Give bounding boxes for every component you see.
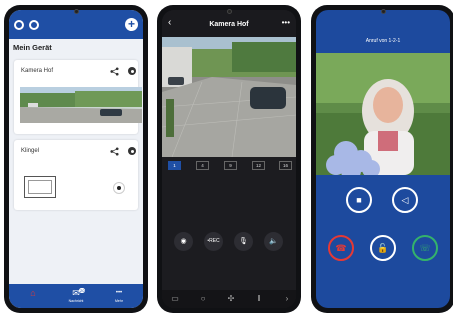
unlock-door-button[interactable]: 🔓 bbox=[370, 235, 396, 261]
device-card-title: Klingel bbox=[21, 148, 40, 154]
live-view-header: ‹ Kamera Hof ••• bbox=[162, 10, 296, 37]
camera-notch bbox=[73, 9, 79, 14]
record-icon[interactable]: •REC bbox=[204, 232, 223, 251]
stop-icon: ■ bbox=[356, 195, 362, 205]
doorbell-video bbox=[316, 53, 450, 175]
camera-thumbnail[interactable] bbox=[20, 87, 142, 123]
back-icon[interactable]: ‹ bbox=[168, 18, 171, 28]
gear-icon[interactable] bbox=[128, 67, 136, 75]
doorbell-panel-icon bbox=[24, 176, 56, 198]
phone-device-list: + Mein Gerät Kamera Hof Klingel ⌂ ✉ 20 N… bbox=[4, 5, 148, 313]
speaker-icon[interactable]: 🔈 bbox=[264, 232, 283, 251]
grid-tab-bar: 1 4 9 12 16 bbox=[166, 161, 292, 171]
hangup-button[interactable]: ☎ bbox=[328, 235, 354, 261]
more-icon[interactable]: ••• bbox=[282, 18, 290, 27]
microphone-icon[interactable]: 🎙 bbox=[234, 232, 253, 251]
app-header: + bbox=[9, 10, 143, 39]
pause-icon[interactable]: ǁ bbox=[252, 294, 266, 304]
mute-speaker-button[interactable]: ◁ bbox=[392, 187, 418, 213]
nav-item-label: Nachricht bbox=[68, 299, 84, 303]
home-icon: ⌂ bbox=[30, 288, 36, 298]
more-icon: ••• bbox=[115, 290, 123, 296]
nav-item-label: Mehr bbox=[115, 299, 123, 303]
grid-icon[interactable]: ▭ bbox=[168, 294, 182, 304]
phone-live-view: ‹ Kamera Hof ••• 1 4 9 12 16 ◉ •REC 🎙 🔈 … bbox=[157, 5, 301, 313]
nav-item-more[interactable]: ••• Mehr bbox=[99, 288, 139, 303]
camera-notch bbox=[226, 9, 232, 14]
device-card-doorbell[interactable]: Klingel bbox=[14, 140, 138, 210]
page-title: Mein Gerät bbox=[13, 43, 52, 52]
page-title: Kamera Hof bbox=[209, 21, 249, 28]
camera-live-video[interactable] bbox=[162, 37, 296, 157]
stop-button[interactable]: ■ bbox=[346, 187, 372, 213]
chevron-right-icon[interactable]: › bbox=[280, 294, 294, 304]
bottom-toolbar: ▭ ○ ✣ ǁ › bbox=[162, 290, 296, 308]
gear-icon[interactable] bbox=[128, 147, 136, 155]
share-icon[interactable] bbox=[110, 147, 119, 156]
tab-grid-4[interactable]: 4 bbox=[196, 161, 209, 170]
settings-icon[interactable] bbox=[14, 20, 24, 30]
tab-grid-1[interactable]: 1 bbox=[168, 161, 181, 170]
tab-grid-9[interactable]: 9 bbox=[224, 161, 237, 170]
speaker-mute-icon: ◁ bbox=[401, 195, 409, 205]
nav-item-home[interactable]: ⌂ bbox=[13, 288, 53, 299]
accept-call-button[interactable]: ☏ bbox=[412, 235, 438, 261]
nav-item-messages[interactable]: ✉ 20 Nachricht bbox=[56, 288, 96, 303]
phone-incoming-call: Anruf von 1-2-1 ■ ◁ ☎ 🔓 ☏ bbox=[311, 5, 453, 313]
hangup-icon: ☎ bbox=[335, 243, 347, 253]
search-icon[interactable]: ○ bbox=[196, 294, 210, 304]
caller-label: Anruf von 1-2-1 bbox=[365, 38, 401, 44]
share-icon[interactable] bbox=[110, 67, 119, 76]
unlock-icon: 🔓 bbox=[377, 243, 389, 253]
device-card-camera[interactable]: Kamera Hof bbox=[14, 60, 142, 134]
tab-grid-12[interactable]: 12 bbox=[252, 161, 265, 170]
device-card-title: Kamera Hof bbox=[21, 68, 54, 74]
device-list-screen: + Mein Gerät Kamera Hof Klingel ⌂ ✉ 20 N… bbox=[9, 10, 143, 308]
bottom-nav: ⌂ ✉ 20 Nachricht ••• Mehr bbox=[9, 284, 143, 308]
ptz-icon[interactable]: ✣ bbox=[224, 294, 238, 304]
mail-icon: ✉ bbox=[72, 288, 80, 298]
tab-grid-16[interactable]: 16 bbox=[279, 161, 292, 170]
camera-icon[interactable]: ◉ bbox=[174, 232, 193, 251]
accept-call-icon: ☏ bbox=[419, 243, 431, 253]
search-icon[interactable] bbox=[29, 20, 39, 30]
live-view-screen: ‹ Kamera Hof ••• 1 4 9 12 16 ◉ •REC 🎙 🔈 … bbox=[162, 10, 296, 308]
camera-notch bbox=[380, 9, 386, 14]
add-device-button[interactable]: + bbox=[125, 18, 138, 31]
incoming-call-screen: Anruf von 1-2-1 ■ ◁ ☎ 🔓 ☏ bbox=[316, 10, 450, 308]
doorbell-button-icon[interactable] bbox=[113, 182, 125, 194]
